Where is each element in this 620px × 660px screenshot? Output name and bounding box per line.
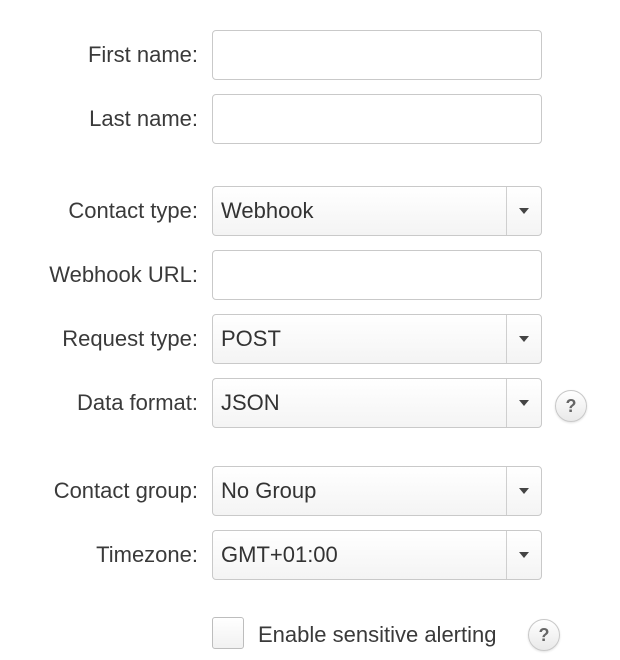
request-type-select[interactable]: POST <box>212 314 542 364</box>
contact-group-label: Contact group: <box>53 478 198 503</box>
request-type-label: Request type: <box>62 326 198 351</box>
select-divider <box>506 187 507 235</box>
sensitive-alerting-checkbox[interactable] <box>212 617 244 649</box>
data-format-help-icon[interactable]: ? <box>555 390 587 422</box>
contact-type-label: Contact type: <box>68 198 198 223</box>
data-format-label: Data format: <box>76 390 198 415</box>
chevron-down-icon <box>519 336 529 342</box>
select-divider <box>506 467 507 515</box>
timezone-select[interactable]: GMT+01:00 <box>212 530 542 580</box>
contact-type-select[interactable]: Webhook <box>212 186 542 236</box>
select-divider <box>506 531 507 579</box>
chevron-down-icon <box>519 400 529 406</box>
contact-type-value: Webhook <box>221 198 314 223</box>
select-divider <box>506 379 507 427</box>
sensitive-alerting-help-icon[interactable]: ? <box>528 619 560 651</box>
data-format-value: JSON <box>221 390 280 415</box>
first-name-label: First name: <box>87 42 198 67</box>
webhook-url-label: Webhook URL: <box>49 262 198 287</box>
contact-group-value: No Group <box>221 478 317 503</box>
sensitive-alerting-label[interactable]: Enable sensitive alerting <box>258 622 496 648</box>
webhook-url-input[interactable] <box>212 250 542 300</box>
contact-group-select[interactable]: No Group <box>212 466 542 516</box>
data-format-select[interactable]: JSON <box>212 378 542 428</box>
chevron-down-icon <box>519 208 529 214</box>
first-name-input[interactable] <box>212 30 542 80</box>
select-divider <box>506 315 507 363</box>
chevron-down-icon <box>519 488 529 494</box>
timezone-label: Timezone: <box>96 542 198 567</box>
chevron-down-icon <box>519 552 529 558</box>
request-type-value: POST <box>221 326 281 351</box>
timezone-value: GMT+01:00 <box>221 542 338 567</box>
last-name-input[interactable] <box>212 94 542 144</box>
last-name-label: Last name: <box>89 106 198 131</box>
